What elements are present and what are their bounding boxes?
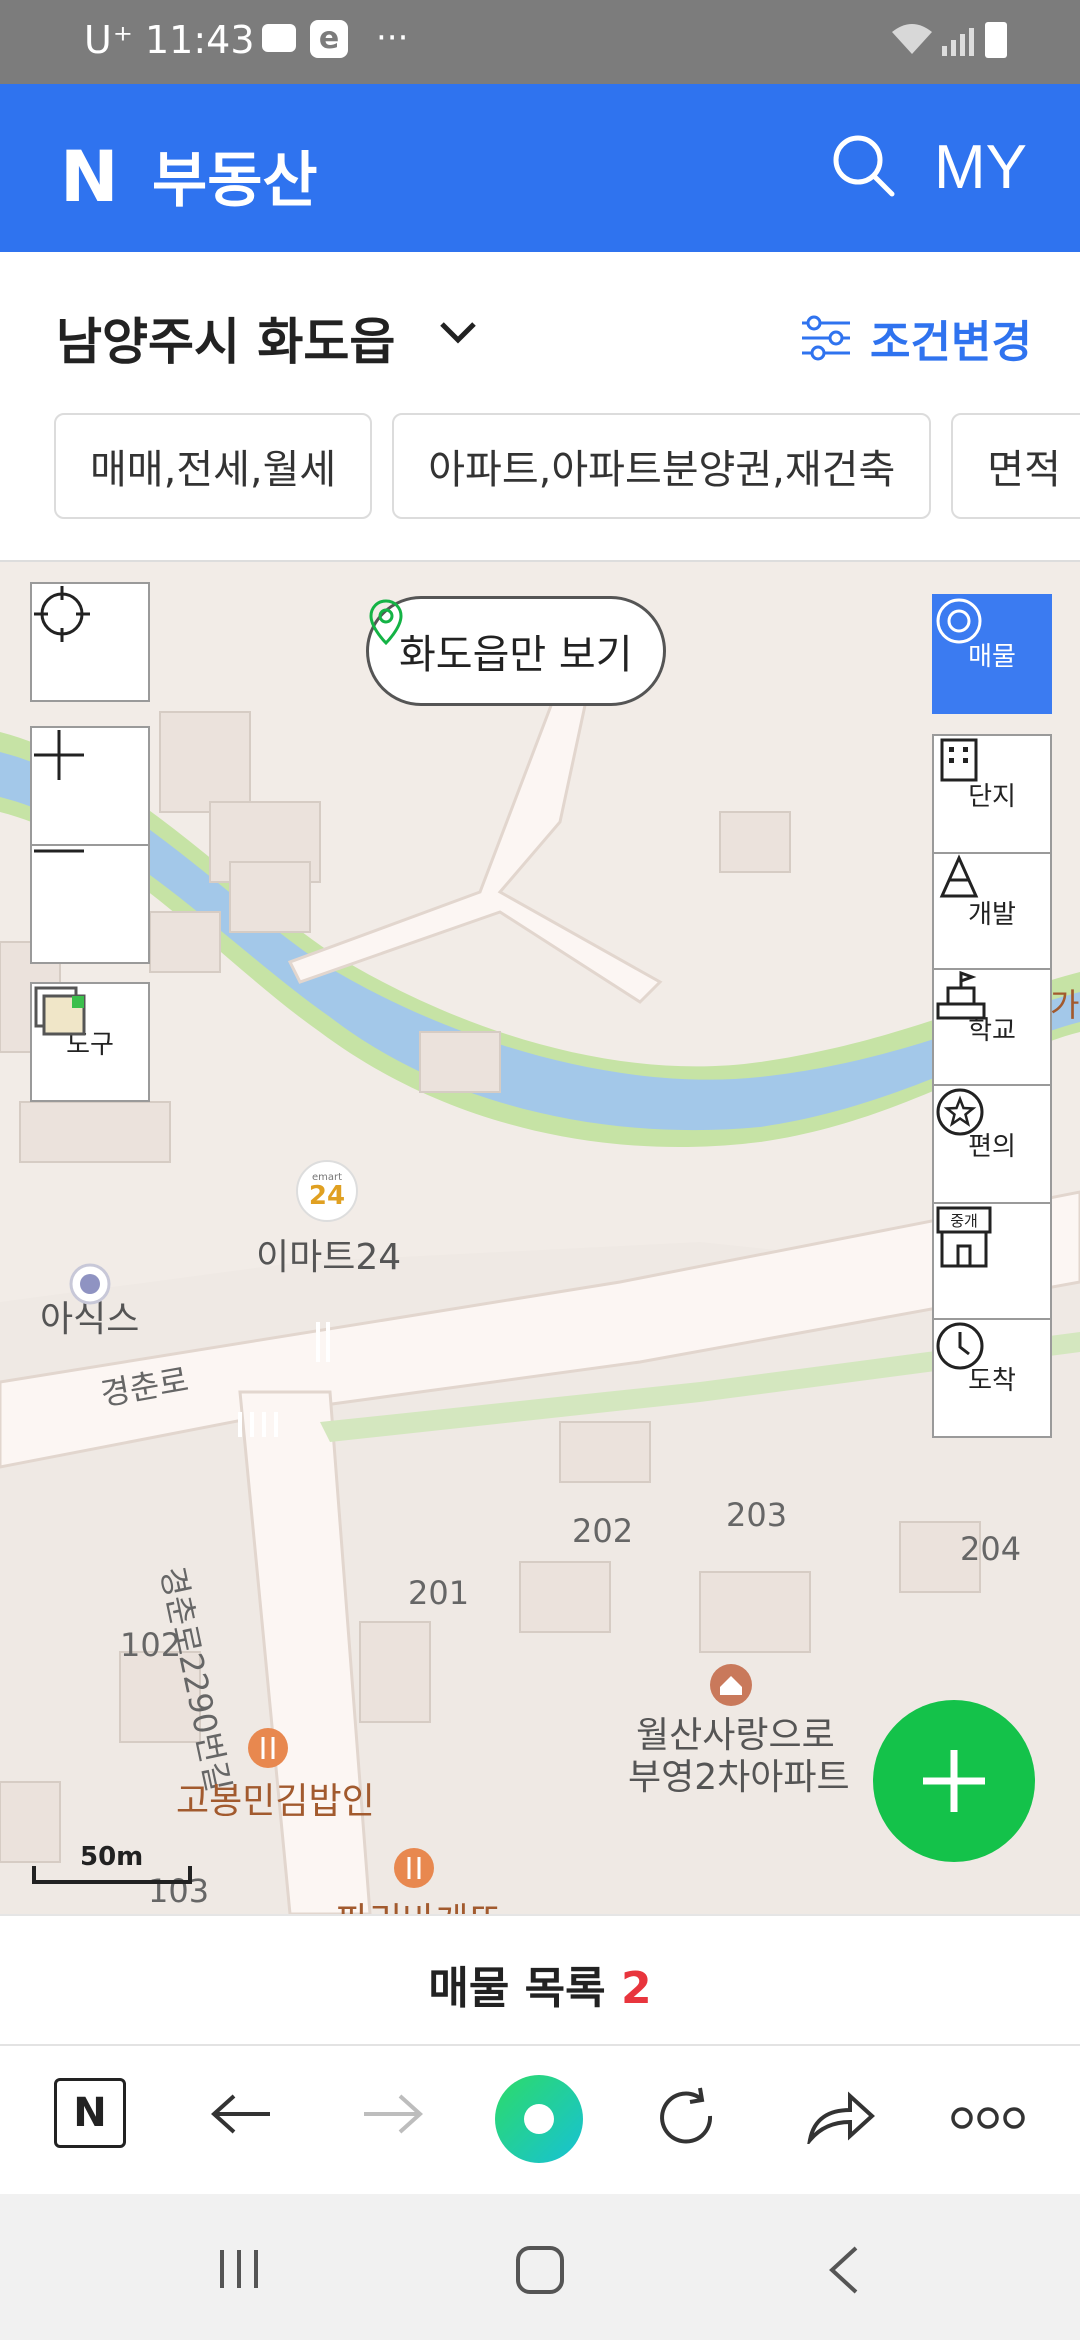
emart24-badge-number: 24 [308,1181,346,1211]
place-label-bakery[interactable]: 파리바게뜨 [336,1892,502,1914]
map-scale-bar [32,1866,192,1884]
side-control-arrival[interactable]: 도착 [932,1318,1052,1438]
clock-icon [936,1322,984,1370]
naver-green-dot-icon[interactable] [494,2074,584,2164]
only-area-label: 화도읍만 보기 [399,632,633,678]
only-area-toggle[interactable]: 화도읍만 보기 [366,596,666,706]
place-pin-icon[interactable] [68,1262,112,1306]
chip-area[interactable]: 면적 [951,413,1080,519]
map-layers-icon [34,986,86,1036]
building-label-203: 203 [726,1496,788,1534]
listing-count: 2 [620,1963,652,2014]
app-notification-icon: e [310,20,348,58]
building-label-204: 204 [960,1530,1022,1568]
target-icon [936,598,982,644]
cone-icon [939,854,979,898]
side-control-development[interactable]: 개발 [932,852,1052,972]
add-floating-button[interactable] [873,1700,1035,1862]
my-button[interactable]: MY [934,132,1027,203]
building-icon [940,738,978,782]
place-label-partial: 가 [1050,986,1080,1024]
side-control-listings[interactable]: 매물 [932,594,1052,714]
apartment-label-line2[interactable]: 부영2차아파트 [628,1748,850,1800]
more-menu-icon[interactable] [950,2106,1026,2130]
chip-trade-type[interactable]: 매매,전세,월세 [54,413,373,519]
carrier-label: U⁺ [84,18,134,62]
filter-sliders-icon [802,315,850,361]
filter-change-button[interactable]: 조건변경 [800,306,1032,370]
wifi-icon [892,24,932,54]
page-title: 부동산 [152,146,318,216]
naver-logo[interactable]: N [60,136,119,218]
chip-property-type[interactable]: 아파트,아파트분양권,재건축 [392,413,932,519]
apartment-icon[interactable] [708,1662,754,1708]
battery-icon [985,22,1007,58]
side-control-agency[interactable]: 중개 [932,1202,1052,1322]
filter-change-label: 조건변경 [870,317,1032,368]
share-icon[interactable] [806,2088,876,2144]
side-control-complex[interactable]: 단지 [932,734,1052,854]
side-control-amenities[interactable]: 편의 [932,1084,1052,1204]
bakery-icon[interactable] [392,1846,436,1890]
location-title[interactable]: 남양주시 화도읍 [56,302,395,374]
building-label-102: 102 [120,1626,182,1664]
listing-list-label: 매물 목록 [428,1963,606,2014]
listing-list-button[interactable]: 매물 목록 2 [0,1952,1080,2016]
browser-home-button[interactable]: N [54,2078,126,2148]
store-icon-text: 중개 [950,1212,978,1230]
side-control-school[interactable]: 학교 [932,968,1052,1088]
restaurant-icon[interactable] [246,1726,290,1770]
zoom-in-button[interactable] [30,726,150,846]
zoom-out-button[interactable] [30,844,150,964]
location-pin-icon [369,599,403,645]
home-icon[interactable] [514,2244,566,2296]
filter-chips: 매매,전세,월세 아파트,아파트분양권,재건축 면적 [54,413,1080,519]
place-label-restaurant[interactable]: 고봉민김밥인 [176,1772,375,1824]
emart24-icon[interactable]: emart 24 [296,1160,358,1222]
building-label-202: 202 [572,1512,634,1550]
store-icon: 중개 [936,1206,992,1268]
signal-icon [942,28,974,56]
app-header: N 부동산 MY [0,84,1080,252]
chevron-down-icon[interactable] [438,318,478,348]
star-icon [936,1088,984,1136]
chat-notification-icon [262,24,296,52]
minus-icon [34,849,84,853]
school-icon [936,970,986,1020]
building-label-201: 201 [408,1574,470,1612]
status-time: 11:43 [145,18,255,62]
tools-button[interactable]: 도구 [30,982,150,1102]
back-icon[interactable] [826,2244,862,2296]
search-icon[interactable] [828,130,898,200]
forward-arrow-icon[interactable] [360,2092,424,2136]
plus-icon [923,1750,985,1812]
back-arrow-icon[interactable] [210,2092,274,2136]
refresh-icon[interactable] [656,2086,720,2150]
place-label-emart24[interactable]: 이마트24 [256,1228,401,1280]
current-location-button[interactable] [30,582,150,702]
status-bar: U⁺ 11:43 e ··· [0,0,1080,84]
recent-apps-icon[interactable] [214,2246,264,2292]
naver-home-icon: N [54,2078,126,2148]
more-notifications-icon: ··· [376,18,409,58]
plus-icon [34,730,84,780]
crosshair-icon [34,586,90,642]
